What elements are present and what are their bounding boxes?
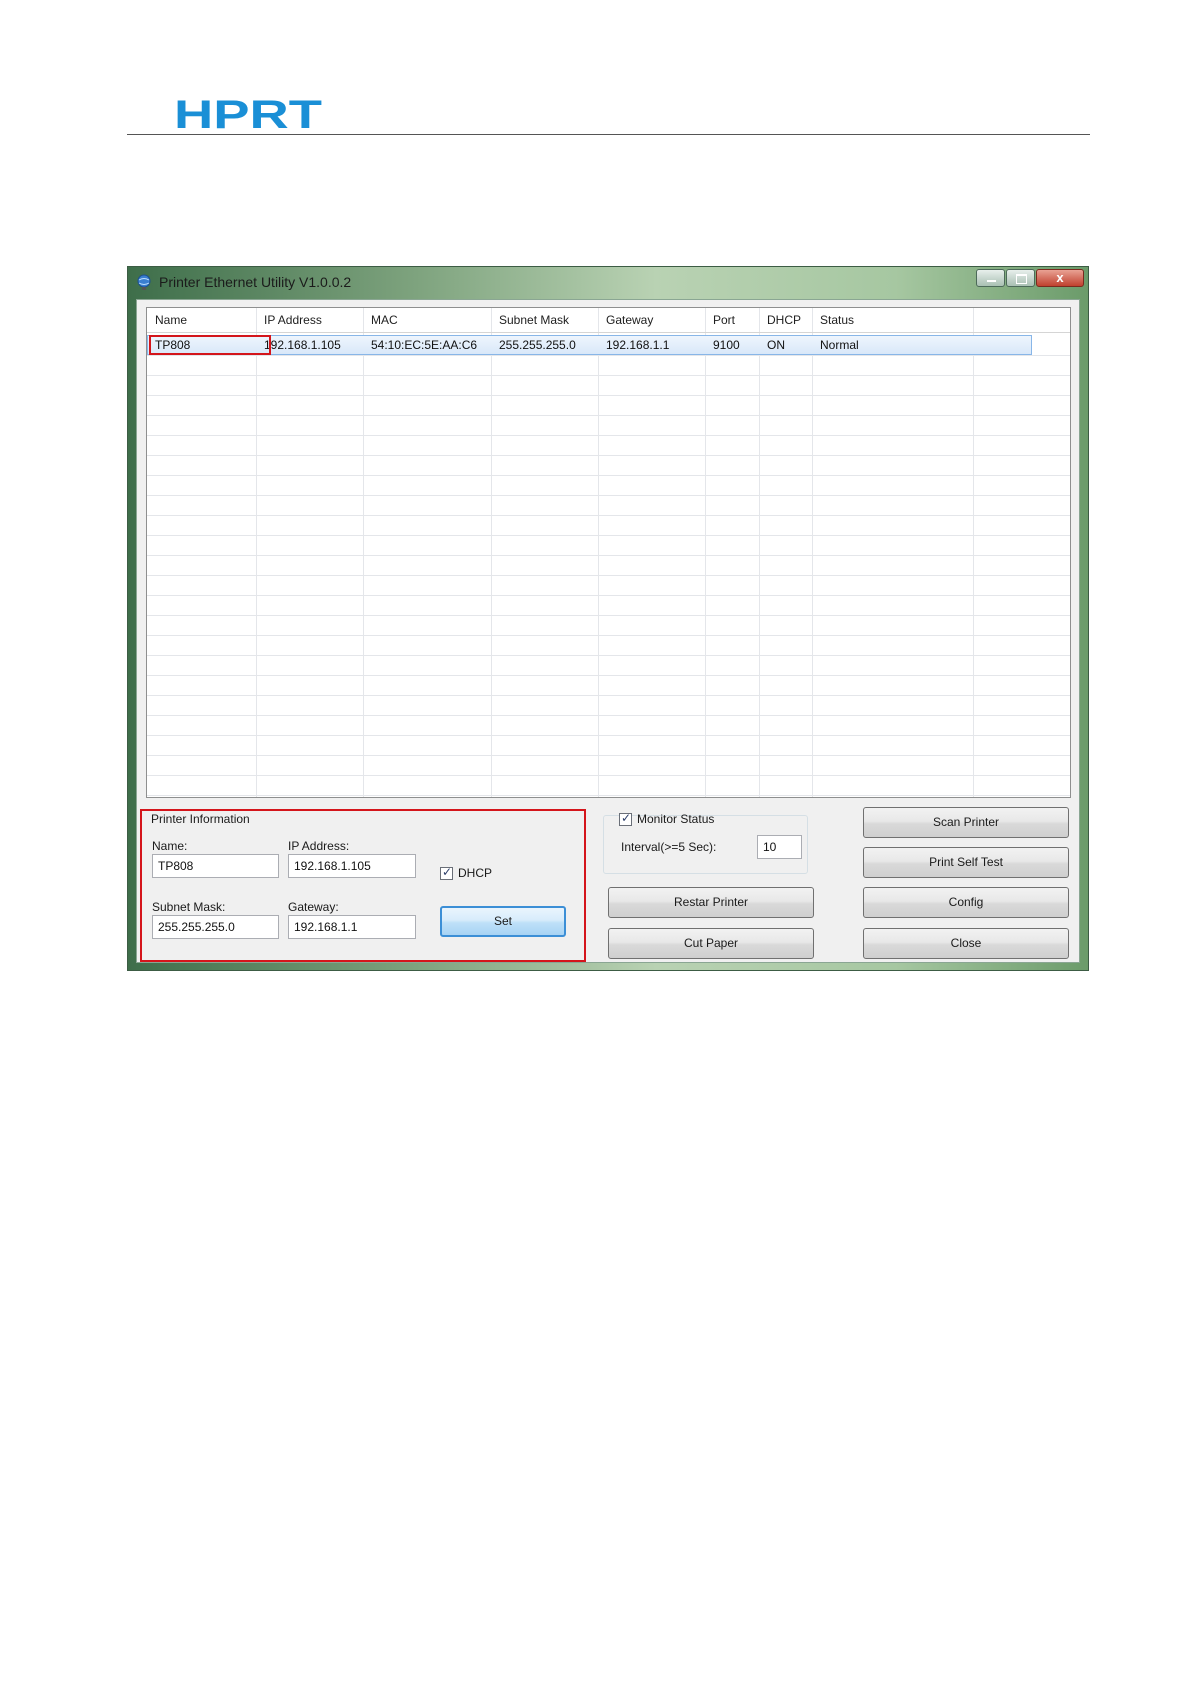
name-label: Name: [152, 839, 188, 853]
column-header-name[interactable]: Name [147, 308, 256, 332]
close-glyph: x [1056, 270, 1064, 285]
ip-address-label: IP Address: [288, 839, 350, 853]
column-header-subnet[interactable]: Subnet Mask [491, 308, 598, 332]
interval-label: Interval(>=5 Sec): [621, 840, 717, 854]
config-button[interactable]: Config [863, 887, 1069, 918]
dhcp-label: DHCP [458, 866, 493, 880]
cell-subnet: 255.255.255.0 [499, 338, 576, 352]
hprt-logo: HPRT [174, 96, 322, 130]
client-area: Name IP Address MAC Subnet Mask Gateway … [136, 299, 1080, 963]
printer-info-highlight-box [140, 809, 586, 962]
list-gridlines [147, 308, 1070, 797]
cell-mac: 54:10:EC:5E:AA:C6 [371, 338, 478, 352]
maximize-icon[interactable] [1006, 269, 1035, 287]
column-header-mac[interactable]: MAC [363, 308, 491, 332]
column-header-status[interactable]: Status [812, 308, 973, 332]
interval-field[interactable]: 10 [757, 835, 802, 859]
app-globe-icon [137, 274, 151, 290]
name-highlight-box [149, 335, 271, 355]
column-header-gateway[interactable]: Gateway [598, 308, 705, 332]
close-icon[interactable]: x [1036, 269, 1084, 287]
cell-status: Normal [820, 338, 859, 352]
monitor-status-checkbox[interactable] [619, 811, 632, 826]
column-header-port[interactable]: Port [705, 308, 759, 332]
minimize-icon[interactable] [976, 269, 1005, 287]
subnet-mask-label: Subnet Mask: [152, 900, 226, 914]
subnet-mask-field[interactable]: 255.255.255.0 [152, 915, 279, 939]
set-button[interactable]: Set [440, 906, 566, 937]
cut-paper-button[interactable]: Cut Paper [608, 928, 814, 959]
monitor-status-label: Monitor Status [637, 812, 715, 826]
gateway-label: Gateway: [288, 900, 339, 914]
gateway-field[interactable]: 192.168.1.1 [288, 915, 416, 939]
window-title: Printer Ethernet Utility V1.0.0.2 [159, 274, 352, 290]
print-self-test-button[interactable]: Print Self Test [863, 847, 1069, 878]
svg-text:HPRT: HPRT [174, 96, 322, 130]
column-header-ip[interactable]: IP Address [256, 308, 363, 332]
cell-dhcp: ON [767, 338, 785, 352]
printer-list[interactable]: Name IP Address MAC Subnet Mask Gateway … [146, 307, 1071, 798]
utility-window: Printer Ethernet Utility V1.0.0.2 x Name… [127, 266, 1089, 971]
name-field[interactable]: TP808 [152, 854, 279, 878]
printer-info-legend: Printer Information [151, 812, 250, 826]
restart-printer-button[interactable]: Restar Printer [608, 887, 814, 918]
ip-address-field[interactable]: 192.168.1.105 [288, 854, 416, 878]
cell-gateway: 192.168.1.1 [606, 338, 670, 352]
title-bar[interactable]: Printer Ethernet Utility V1.0.0.2 x [128, 267, 1088, 297]
dhcp-checkbox[interactable] [440, 865, 453, 880]
header-rule [127, 134, 1090, 135]
scan-printer-button[interactable]: Scan Printer [863, 807, 1069, 838]
column-header-dhcp[interactable]: DHCP [759, 308, 812, 332]
close-button[interactable]: Close [863, 928, 1069, 959]
cell-port: 9100 [713, 338, 740, 352]
